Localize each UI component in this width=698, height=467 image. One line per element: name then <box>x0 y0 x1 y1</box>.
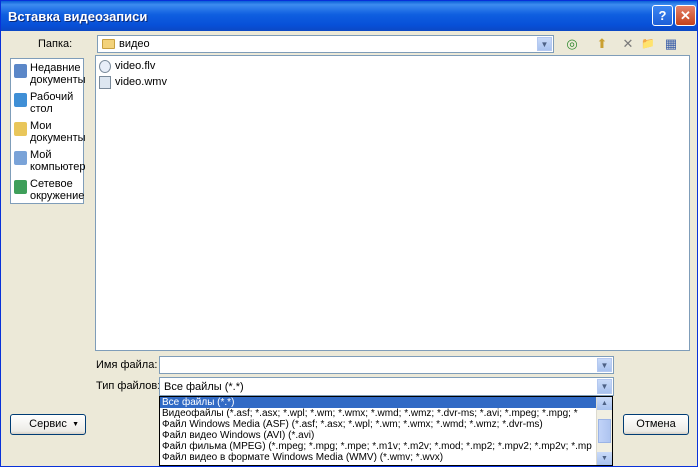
back-icon[interactable]: ◎ <box>563 35 581 53</box>
filetype-option[interactable]: Файл видео Windows (AVI) (*.avi) <box>160 430 598 441</box>
my-computer-icon <box>14 151 27 165</box>
place-desktop[interactable]: Рабочий стол <box>13 91 83 119</box>
folder-combobox[interactable]: видео ▼ <box>97 35 554 53</box>
place-my-documents[interactable]: Мои документы <box>13 120 86 148</box>
folder-value: видео <box>119 38 150 50</box>
places-bar: Недавние документы Рабочий стол Мои доку… <box>10 58 86 206</box>
filetype-option[interactable]: Файл Windows Media (ASF) (*.asf; *.asx; … <box>160 419 598 430</box>
filetype-label: Тип файлов: <box>96 380 161 392</box>
my-documents-icon <box>14 122 27 136</box>
place-label: Рабочий стол <box>30 91 74 115</box>
place-recent-documents[interactable]: Недавние документы <box>13 62 86 90</box>
up-folder-icon[interactable]: ⬆ <box>593 35 611 53</box>
cancel-button[interactable]: Отмена <box>623 414 689 435</box>
place-label: Мой компьютер <box>30 149 86 173</box>
scroll-up-icon[interactable]: ▲ <box>597 397 612 410</box>
scroll-thumb[interactable] <box>598 419 611 443</box>
filetype-option[interactable]: Все файлы (*.*) <box>160 397 598 408</box>
new-folder-icon[interactable]: 📁 <box>639 35 657 53</box>
title-bar[interactable]: Вставка видеозаписи ? ✕ <box>1 1 697 31</box>
filetype-combobox[interactable]: Все файлы (*.*) ▼ <box>159 377 614 396</box>
recent-documents-icon <box>14 64 27 78</box>
folder-dropdown-arrow-icon[interactable]: ▼ <box>537 37 552 51</box>
scroll-down-icon[interactable]: ▼ <box>597 452 612 465</box>
file-list[interactable]: video.flv video.wmv <box>95 55 690 351</box>
place-my-computer[interactable]: Мой компьютер <box>13 149 86 177</box>
close-button[interactable]: ✕ <box>675 5 696 26</box>
delete-icon[interactable]: ✕ <box>619 35 637 53</box>
filename-label: Имя файла: <box>96 359 158 371</box>
filename-dropdown-arrow-icon[interactable]: ▼ <box>597 358 612 372</box>
service-button-label: Сервис <box>29 418 67 430</box>
place-label: Мои документы <box>30 120 86 144</box>
file-name: video.flv <box>115 60 156 72</box>
place-label: Недавние документы <box>30 62 86 86</box>
service-menu-button[interactable]: Сервис ▼ <box>10 414 86 435</box>
help-button[interactable]: ? <box>652 5 673 26</box>
folder-label: Папка: <box>38 38 73 50</box>
filetype-option[interactable]: Файл фильма (MPEG) (*.mpeg; *.mpg; *.mpe… <box>160 441 598 452</box>
filetype-value: Все файлы (*.*) <box>164 381 244 393</box>
filetype-option[interactable]: Файл видео в формате Windows Media (WMV)… <box>160 452 598 463</box>
desktop-icon <box>14 93 27 107</box>
insert-video-dialog: Вставка видеозаписи ? ✕ Папка: видео ▼ ◎… <box>0 0 698 467</box>
place-network[interactable]: Сетевое окружение <box>13 178 85 206</box>
folder-icon <box>102 39 115 49</box>
window-title: Вставка видеозаписи <box>8 9 148 24</box>
place-label: Сетевое окружение <box>30 178 85 202</box>
chevron-down-icon: ▼ <box>72 421 79 428</box>
file-name: video.wmv <box>115 76 167 88</box>
filetype-dropdown-arrow-icon[interactable]: ▼ <box>597 379 612 394</box>
flv-file-icon <box>99 60 111 73</box>
network-icon <box>14 180 27 194</box>
filetype-option[interactable]: Видеофайлы (*.asf; *.asx; *.wpl; *.wm; *… <box>160 408 598 419</box>
wmv-file-icon <box>99 76 111 89</box>
filetype-dropdown-list[interactable]: Все файлы (*.*) Видеофайлы (*.asf; *.asx… <box>159 396 613 466</box>
views-menu-icon[interactable]: ▦ <box>660 35 682 53</box>
dropdown-scrollbar[interactable]: ▲ ▼ <box>596 397 612 465</box>
filename-field[interactable]: ▼ <box>159 356 614 374</box>
